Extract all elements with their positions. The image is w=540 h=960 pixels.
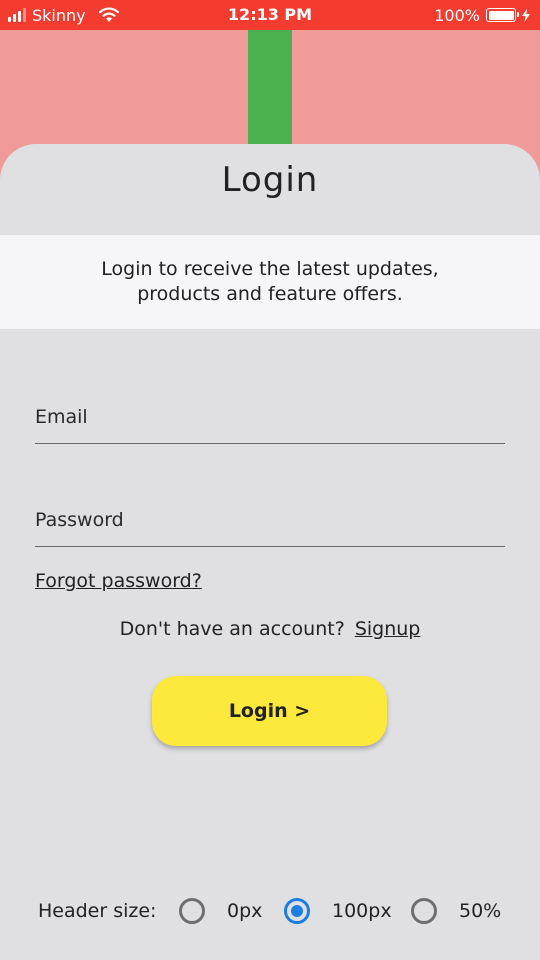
login-button[interactable]: Login >: [152, 676, 387, 746]
status-bar: Skinny 12:13 PM 100%: [0, 0, 540, 30]
header-size-label: Header size:: [38, 900, 157, 922]
status-right: 100%: [434, 5, 530, 25]
header-bar: [248, 30, 292, 150]
login-card: Login Login to receive the latest update…: [0, 144, 540, 960]
subtitle-box: Login to receive the latest updates, pro…: [0, 235, 540, 329]
radio-label-0px[interactable]: 0px: [227, 900, 262, 922]
radio-label-100px[interactable]: 100px: [332, 900, 392, 922]
header-size-selector: Header size: 0px 100px 50%: [0, 894, 540, 930]
battery-percent: 100%: [434, 5, 480, 25]
radio-50-percent[interactable]: [411, 898, 437, 924]
password-input[interactable]: [35, 497, 509, 548]
radio-0px[interactable]: [179, 898, 205, 924]
charging-bolt-icon: [522, 8, 530, 22]
subtitle-text: Login to receive the latest updates, pro…: [101, 258, 439, 305]
radio-100px[interactable]: [284, 898, 310, 924]
radio-label-50-percent[interactable]: 50%: [459, 900, 501, 922]
login-screen: Skinny 12:13 PM 100% Login Login to rece…: [0, 0, 540, 960]
page-title: Login: [221, 160, 319, 200]
email-input[interactable]: [35, 394, 509, 445]
signup-link[interactable]: Signup: [355, 618, 421, 640]
password-field[interactable]: Password: [35, 497, 509, 548]
signup-prompt: Don't have an account?: [119, 618, 345, 640]
battery-icon: [486, 8, 519, 22]
forgot-password-link[interactable]: Forgot password?: [35, 570, 202, 592]
signup-row: Don't have an account? Signup: [0, 618, 540, 640]
email-field[interactable]: Email: [35, 394, 509, 445]
